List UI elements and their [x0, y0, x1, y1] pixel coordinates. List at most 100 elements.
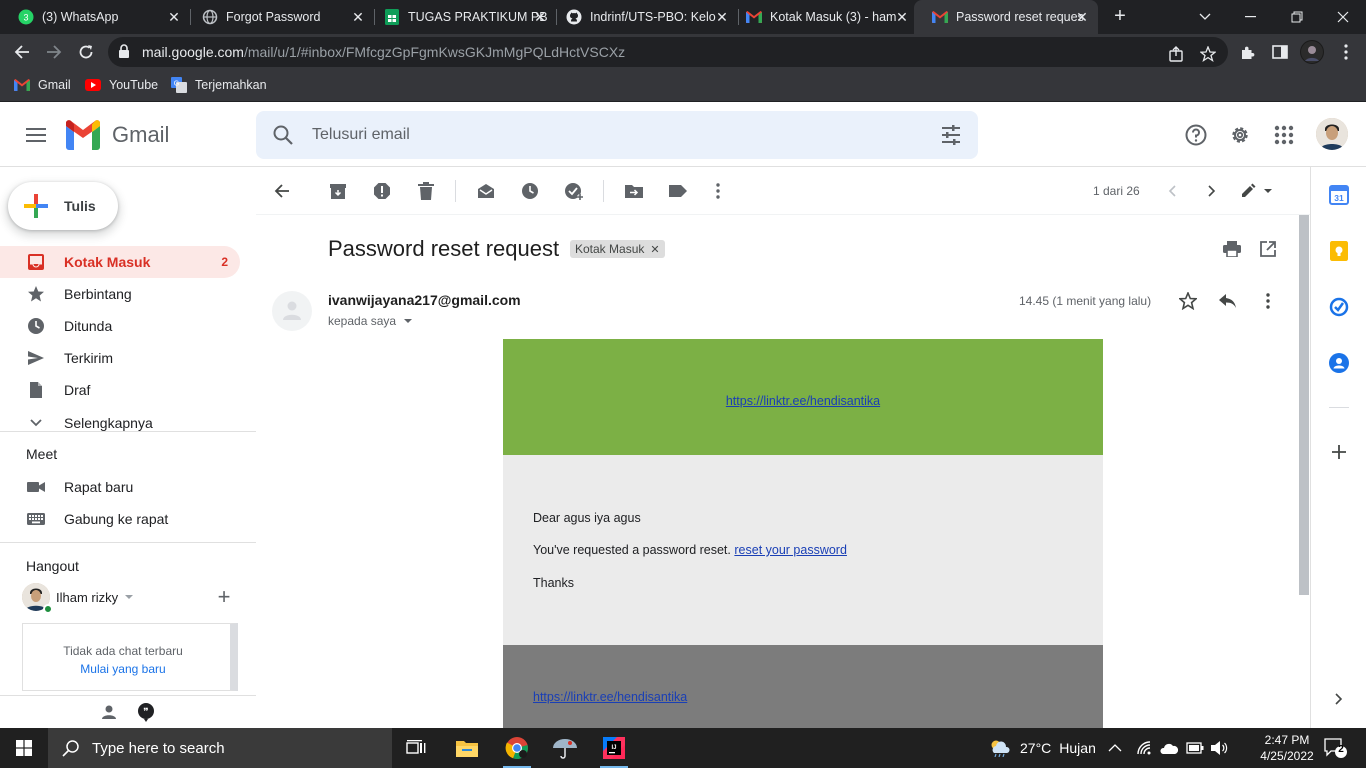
volume-icon[interactable]: [1210, 740, 1228, 756]
network-icon[interactable]: [1136, 740, 1152, 756]
tab-whatsapp[interactable]: 3 (3) WhatsApp ✕: [0, 0, 190, 34]
remove-label-icon[interactable]: ✕: [650, 243, 659, 256]
taskbar-chrome[interactable]: [493, 728, 541, 768]
delete-icon[interactable]: [416, 181, 436, 201]
message-scrollbar[interactable]: [1299, 215, 1309, 595]
star-button[interactable]: [1178, 291, 1198, 311]
reload-button[interactable]: [72, 38, 100, 66]
sender-email[interactable]: ivanwijayana217@gmail.com: [328, 292, 521, 308]
tab-forgot-password[interactable]: Forgot Password ✕: [184, 0, 374, 34]
nav-item-more[interactable]: Selengkapnya: [0, 407, 240, 439]
apps-grid-icon[interactable]: [1272, 123, 1296, 147]
open-in-new-window-icon[interactable]: [1258, 239, 1278, 259]
meet-join-meeting[interactable]: Gabung ke rapat: [0, 503, 240, 535]
gmail-logo[interactable]: Gmail: [64, 120, 169, 150]
profile-avatar[interactable]: [1300, 40, 1324, 64]
email-header-link[interactable]: https://linktr.ee/hendisantika: [503, 394, 1103, 408]
recipient-details[interactable]: kepada saya: [328, 314, 413, 328]
taskbar-file-explorer[interactable]: [443, 728, 491, 768]
add-task-icon[interactable]: [564, 181, 584, 201]
tab-password-reset[interactable]: Password reset reques ✕: [914, 0, 1098, 34]
onedrive-cloud-icon[interactable]: [1160, 742, 1178, 754]
minimize-button[interactable]: [1228, 0, 1274, 34]
back-button[interactable]: [8, 38, 36, 66]
email-footer-link[interactable]: https://linktr.ee/hendisantika: [533, 690, 687, 704]
search-input[interactable]: [312, 111, 912, 159]
meet-new-meeting[interactable]: Rapat baru: [0, 471, 240, 503]
back-to-inbox-button[interactable]: [272, 181, 292, 201]
tab-tugas-praktikum[interactable]: TUGAS PRAKTIKUM PB ✕: [366, 0, 556, 34]
reset-password-link[interactable]: reset your password: [734, 543, 847, 557]
taskbar-intellij[interactable]: IJ: [590, 728, 638, 768]
get-addons-icon[interactable]: [1329, 442, 1349, 462]
close-window-button[interactable]: [1320, 0, 1366, 34]
report-spam-icon[interactable]: [372, 181, 392, 201]
calendar-icon[interactable]: 31: [1329, 185, 1349, 205]
bookmark-gmail[interactable]: Gmail: [14, 77, 71, 93]
side-panel-icon[interactable]: [1270, 42, 1290, 62]
snooze-icon[interactable]: [520, 181, 540, 201]
settings-gear-icon[interactable]: [1228, 123, 1252, 147]
search-bar[interactable]: [256, 111, 978, 159]
chevron-up-icon[interactable]: [1108, 743, 1122, 753]
keep-icon[interactable]: [1329, 241, 1349, 261]
input-tools-button[interactable]: [1240, 181, 1274, 201]
archive-icon[interactable]: [328, 181, 348, 201]
nav-item-drafts[interactable]: Draf: [0, 374, 240, 406]
taskbar-search[interactable]: Type here to search: [48, 728, 392, 768]
share-icon[interactable]: [1166, 44, 1186, 64]
inbox-label-chip[interactable]: Kotak Masuk ✕: [570, 240, 665, 258]
reply-button[interactable]: [1218, 291, 1238, 311]
more-vert-icon[interactable]: [1336, 42, 1356, 62]
show-side-panel-icon[interactable]: [1329, 689, 1349, 709]
contacts-icon[interactable]: [100, 704, 118, 725]
hangouts-quote-icon[interactable]: ❞: [136, 702, 156, 727]
help-icon[interactable]: [1184, 123, 1208, 147]
print-icon[interactable]: [1222, 239, 1242, 259]
new-chat-button[interactable]: +: [214, 586, 234, 608]
account-avatar[interactable]: [1316, 118, 1348, 150]
extensions-icon[interactable]: [1238, 42, 1258, 62]
older-button[interactable]: [1202, 181, 1222, 201]
tab-github[interactable]: Indrinf/UTS-PBO: Kelo ✕: [548, 0, 738, 34]
compose-button[interactable]: Tulis: [8, 182, 118, 230]
hangout-user-menu[interactable]: Ilham rizky: [22, 583, 134, 614]
move-to-icon[interactable]: [624, 181, 644, 201]
restore-button[interactable]: [1274, 0, 1320, 34]
notification-center-button[interactable]: 2: [1322, 736, 1348, 760]
taskbar-clock[interactable]: 2:47 PM 4/25/2022: [1252, 732, 1322, 764]
nav-item-sent[interactable]: Terkirim: [0, 342, 240, 374]
nav-item-inbox[interactable]: Kotak Masuk 2: [0, 246, 240, 278]
bookmark-translate[interactable]: G Terjemahkan: [171, 77, 267, 93]
start-new-chat-link[interactable]: Mulai yang baru: [23, 662, 223, 676]
weather-widget[interactable]: 27°C Hujan: [988, 728, 1096, 768]
main-menu-button[interactable]: [22, 123, 50, 147]
message-more-button[interactable]: [1258, 291, 1278, 311]
close-tab-icon[interactable]: ✕: [532, 9, 548, 25]
battery-icon[interactable]: [1186, 742, 1204, 754]
bookmark-star-icon[interactable]: [1198, 44, 1218, 64]
tab-kotak-masuk[interactable]: Kotak Masuk (3) - ham ✕: [728, 0, 918, 34]
close-tab-icon[interactable]: ✕: [1074, 9, 1090, 25]
more-vert-icon[interactable]: [708, 181, 728, 201]
close-tab-icon[interactable]: ✕: [894, 9, 910, 25]
tasks-icon[interactable]: [1329, 297, 1349, 317]
newer-button[interactable]: [1162, 181, 1182, 201]
nav-item-snoozed[interactable]: Ditunda: [0, 310, 240, 342]
bookmark-youtube[interactable]: YouTube: [85, 77, 158, 93]
mark-unread-icon[interactable]: [476, 181, 496, 201]
start-button[interactable]: [0, 728, 48, 768]
nav-item-starred[interactable]: Berbintang: [0, 278, 240, 310]
close-tab-icon[interactable]: ✕: [350, 9, 366, 25]
address-bar[interactable]: mail.google.com/mail/u/1/#inbox/FMfcgzGp…: [108, 37, 1228, 67]
search-icon[interactable]: [272, 124, 294, 151]
tab-search-button[interactable]: [1182, 0, 1228, 34]
taskbar-app-umbrella[interactable]: [541, 728, 589, 768]
search-options-icon[interactable]: [940, 124, 962, 151]
task-view-button[interactable]: [392, 728, 440, 768]
label-icon[interactable]: [668, 181, 688, 201]
sender-avatar[interactable]: [272, 291, 312, 331]
close-tab-icon[interactable]: ✕: [166, 9, 182, 25]
contacts-icon[interactable]: [1329, 353, 1349, 373]
new-tab-button[interactable]: +: [1108, 5, 1132, 29]
